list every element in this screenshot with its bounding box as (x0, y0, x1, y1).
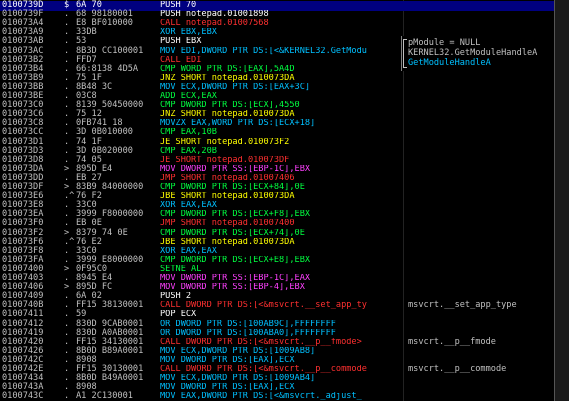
instruction-cell: MOV EAX,DWORD PTR DS:[<&msvcrt._adjust_ (160, 392, 362, 401)
instruction-cell: JBE SHORT notepad.010073DA (160, 192, 295, 202)
instruction-cell: CMP DWORD PTR DS:[ECX+E8],EBX (160, 255, 311, 265)
jump-marker: . (64, 391, 70, 401)
instruction-cell: SETNE AL (160, 264, 202, 274)
instruction-cell: MOV EDI,DWORD PTR DS:[<&KERNEL32.GetModu (160, 46, 367, 56)
instruction-cell: JE SHORT notepad.010073DF (160, 155, 290, 165)
instruction-cell: POP ECX (160, 310, 197, 320)
instruction-cell: CALL EDI (160, 55, 202, 65)
comment-line-3: GetModuleHandleA (408, 58, 491, 68)
instruction-cell: JNZ SHORT notepad.010073DA (160, 110, 295, 120)
call-comment-box: pModule = NULL KERNEL32.GetModuleHandleA… (401, 36, 569, 71)
address-cell: 0100743C (2, 391, 44, 401)
instruction-cell: OR DWORD PTR DS:[100ABA0],FFFFFFFF (160, 328, 336, 338)
instruction-cell: CALL DWORD PTR DS:[<&msvcrt.__p__fmode> (160, 337, 362, 347)
instruction-cell: JMP SHORT notepad.01007400 (160, 219, 295, 229)
comment-line-1: pModule = NULL (408, 38, 481, 48)
instruction-cell: MOV DWORD PTR SS:[EBP-1C],EBX (160, 164, 311, 174)
instruction-cell: JNZ SHORT notepad.010073DA (160, 73, 295, 83)
instruction-cell: CMP EAX,20B (160, 146, 217, 156)
instruction-cell: JMP SHORT notepad.01007406 (160, 173, 295, 183)
instruction-cell: CALL notepad.01007568 (160, 19, 269, 29)
instruction-cell: OR DWORD PTR DS:[100AB9C],FFFFFFFF (160, 319, 336, 329)
instruction-cell: CALL DWORD PTR DS:[<&msvcrt.__p__commode (160, 365, 367, 374)
instruction-cell: XOR EBX,EBX (160, 28, 217, 38)
instruction-cell: MOV DWORD PTR SS:[EBP-1C],EAX (160, 274, 311, 283)
instruction-cell: PUSH EBX (160, 37, 202, 47)
comment-line-2: KERNEL32.GetModuleHandleA (408, 48, 538, 58)
instruction-cell: XOR EAX,EAX (160, 201, 217, 211)
instruction-cell: MOV DWORD PTR DS:[EAX],ECX (160, 355, 295, 365)
instruction-cell: CMP DWORD PTR DS:[ECX+F8],EBX (160, 210, 311, 220)
instruction-cell: CMP DWORD PTR DS:[ECX+74],0E (160, 228, 305, 238)
comment-cell: msvcrt.__p__commode (408, 364, 507, 374)
vertical-scrollbar[interactable] (554, 0, 569, 401)
instruction-cell: PUSH 2 (160, 292, 192, 302)
instruction-cell: MOV ECX,DWORD PTR DS:[1009AB4] (160, 374, 316, 384)
instruction-cell: ADD ECX,EAX (160, 92, 217, 101)
instruction-cell: MOV DWORD PTR DS:[EAX],ECX (160, 383, 295, 393)
hex-dump-cell: A1 2C130001 (76, 391, 133, 401)
instruction-cell: XOR EAX,EAX (160, 246, 217, 256)
comment-cell: msvcrt.__p__fmode (408, 336, 496, 347)
instruction-cell: CMP DWORD PTR DS:[ECX+84],0E (160, 183, 305, 192)
instruction-cell: CMP DWORD PTR DS:[ECX],4550 (160, 101, 300, 111)
hex-dump-cell: FF15 38130001 (76, 300, 144, 311)
comment-bracket (403, 39, 407, 68)
instruction-cell: CMP WORD PTR DS:[EAX],5A4D (160, 64, 295, 74)
instruction-cell: CMP EAX,10B (160, 128, 217, 138)
instruction-cell: MOVZX EAX,WORD PTR DS:[ECX+18] (160, 119, 316, 129)
instruction-cell: PUSH 70 (160, 1, 197, 10)
instruction-cell: MOV ECX,DWORD PTR DS:[EAX+3C] (160, 82, 311, 92)
instruction-cell: JE SHORT notepad.010073F2 (160, 137, 290, 147)
comment-cell: msvcrt.__set_app_type (408, 300, 517, 311)
instruction-cell: PUSH notepad.01001898 (160, 10, 269, 20)
instruction-cell: CALL DWORD PTR DS:[<&msvcrt.__set_app_ty (160, 301, 367, 311)
disassembly-view[interactable]: 0100739D $6A 70 PUSH 70 0100739F. 68 9818000… (0, 0, 569, 401)
instruction-cell: MOV DWORD PTR SS:[EBP-4],EBX (160, 283, 305, 293)
instruction-cell: MOV ECX,DWORD PTR DS:[1009AB8] (160, 346, 316, 356)
disasm-row[interactable]: 0100743C. A1 2C130001 MOV EAX,DWORD PTR DS… (0, 391, 555, 401)
instruction-cell: JBE SHORT notepad.010073DA (160, 237, 295, 247)
